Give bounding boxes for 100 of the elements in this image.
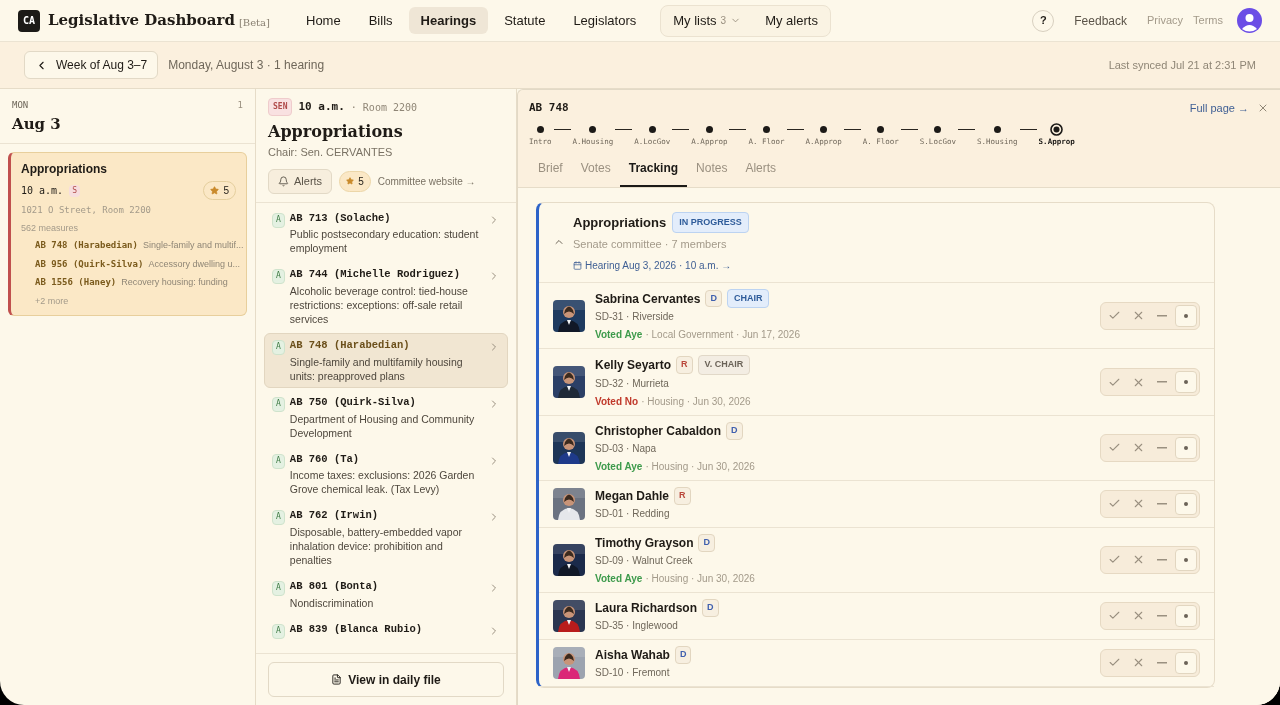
member-name[interactable]: Megan Dahle (595, 486, 669, 505)
bill-id[interactable]: AB 1556 (Haney) (35, 276, 117, 290)
check-icon (1107, 309, 1121, 322)
member-district: SD-03 · Napa (595, 441, 658, 456)
star-icon (346, 177, 355, 185)
vote-detail: · Local Government · Jun 17, 2026 (645, 328, 800, 343)
dot-icon (1184, 445, 1188, 450)
app-title: Legislative Dashboard (48, 10, 235, 32)
vote-option[interactable] (1175, 371, 1197, 393)
vote-option[interactable] (1175, 436, 1197, 459)
bill-row[interactable]: A AB 762 (Irwin) Disposable, battery-embedded vapor inhalation device: prohibition and penalties (264, 503, 508, 572)
vote-option[interactable] (1175, 492, 1197, 515)
member-district: SD-10 · Fremont (595, 665, 671, 680)
party-badge: R (676, 356, 693, 374)
nav-item[interactable]: Home (294, 7, 353, 34)
bill-row[interactable]: A AB 760 (Ta) Income taxes: exclusions: 2026 Garden Grove chemical leak. (Tax Levy) (264, 446, 508, 502)
chamber-badge: A (272, 453, 285, 469)
vote-option[interactable] (1175, 604, 1197, 627)
daily-file-button[interactable]: View in daily file (268, 662, 504, 697)
calendar-icon (573, 260, 582, 270)
nav-item[interactable]: Hearings (408, 7, 489, 34)
vote-result: Voted Aye (595, 459, 643, 474)
hearing-title: Appropriations (268, 121, 404, 143)
avatar-icon[interactable] (1237, 8, 1262, 33)
nav-item[interactable]: Bills (356, 7, 405, 34)
member-name[interactable]: Kelly Seyarto (595, 356, 672, 374)
star-icon (210, 186, 220, 195)
hearing-card[interactable] (8, 152, 247, 316)
bill-row[interactable]: A AB 801 (Bonta) Nondiscrimination (264, 574, 508, 615)
party-badge: D (674, 646, 692, 664)
member-name[interactable]: Aisha Wahab (595, 645, 670, 664)
logo[interactable]: CA (18, 9, 40, 32)
hearing-link[interactable]: Hearing Aug 3, 2026 · 10 a.m. → (585, 257, 732, 273)
vote-result: Voted No (595, 394, 639, 409)
hearing-time: 10 a.m. (21, 184, 64, 198)
hearing-chair: Chair: Sen. CERVANTES (268, 145, 394, 160)
hearing-time: 10 a.m. (298, 98, 345, 115)
vote-option[interactable] (1175, 651, 1197, 674)
member-name[interactable]: Laura Richardson (595, 598, 698, 617)
party-badge: D (702, 599, 719, 617)
bill-id: AB 801 (Bonta) (289, 579, 380, 594)
chamber-badge: S (69, 184, 80, 197)
my-alerts-link[interactable]: My alerts (757, 10, 826, 31)
bill-description: Single-family and multifamily housing units: preapproved plans (289, 354, 464, 383)
week-button[interactable]: Week of Aug 3–7 (24, 51, 159, 79)
dash-icon (1157, 314, 1167, 317)
dash-icon (1157, 558, 1167, 561)
chamber-badge: A (272, 396, 285, 412)
member-district: SD-31 · Riverside (595, 310, 675, 325)
full-page-link[interactable]: Full page → (1189, 100, 1249, 117)
vote-option[interactable] (1175, 304, 1197, 327)
sync-status: Last synced Jul 21 at 2:31 PM (1108, 57, 1256, 73)
day-date: Aug 3 (12, 113, 62, 135)
tab[interactable]: Tracking (619, 154, 688, 187)
member-district: SD-35 · Inglewood (595, 618, 679, 633)
dot-icon (1184, 557, 1188, 562)
bill-id: AB 744 (Michelle Rodriguez) (289, 267, 461, 283)
dot-icon (1184, 501, 1188, 506)
member-name[interactable]: Timothy Grayson (595, 533, 694, 552)
bill-id[interactable]: AB 956 (Quirk-Silva) (35, 257, 144, 271)
party-badge: R (674, 487, 691, 505)
committee-subtitle: Senate committee · 7 members (573, 237, 728, 253)
beta-tag: [Beta] (238, 15, 270, 30)
bill-row[interactable]: A AB 750 (Quirk-Silva) Department of Housing and Community Development (264, 389, 508, 445)
bill-description: Disposable, battery-embedded vapor inhalation device: prohibition and penalties (289, 525, 463, 567)
member-name[interactable]: Christopher Cabaldon (595, 421, 721, 440)
alerts-button[interactable]: Alerts (268, 168, 333, 194)
chamber-badge: A (272, 269, 285, 285)
member-district: SD-32 · Murrieta (595, 376, 670, 391)
bill-number: AB 748 (529, 100, 569, 116)
member-district: SD-01 · Redding (595, 506, 671, 521)
bill-description: Income taxes: exclusions: 2026 Garden Grove chemical leak. (Tax Levy) (289, 468, 476, 497)
chamber-badge: A (272, 581, 285, 596)
member-name[interactable]: Sabrina Cervantes (595, 289, 701, 308)
party-badge: D (705, 289, 722, 308)
dot-icon (1184, 613, 1188, 618)
hearing-room: · Room 2200 (350, 100, 418, 115)
my-lists-menu[interactable]: My lists 3 (665, 10, 750, 31)
committee-website-link[interactable]: Committee website → (377, 173, 476, 189)
vote-result: Voted Aye (595, 571, 643, 586)
vote-detail: · Housing · Jun 30, 2026 (641, 394, 751, 409)
nav-item[interactable]: Legislators (561, 7, 649, 34)
bill-summary: Single-family and multif... (142, 239, 244, 252)
member-district: SD-09 · Walnut Creek (595, 553, 694, 568)
vote-result: Voted Aye (595, 328, 643, 343)
bill-row[interactable]: A AB 713 (Solache) Public postsecondary education: student employment (264, 205, 508, 261)
vote-option[interactable] (1175, 548, 1197, 571)
hearing-count: 1 (237, 99, 243, 112)
nav-item[interactable]: Statute (492, 7, 558, 34)
hearing-title: Appropriations (21, 161, 108, 178)
bill-row[interactable]: A AB 748 (Harabedian) Single-family and multifamily housing units: preapproved plans (264, 333, 508, 388)
chamber-badge: A (272, 340, 285, 355)
bill-row[interactable]: A AB 839 (Blanca Rubio) (264, 616, 508, 644)
bill-row[interactable]: A AB 744 (Michelle Rodriguez) Alcoholic beverage control: tied-house restrictions: exceptions: off-sale retail services (264, 262, 508, 331)
measure-count: 562 measures (21, 221, 80, 235)
feedback-link[interactable]: Feedback (1074, 11, 1127, 30)
bill-id[interactable]: AB 748 (Harabedian) (35, 239, 138, 253)
dash-icon (1157, 381, 1167, 383)
dash-icon (1157, 502, 1167, 505)
bell-icon (278, 175, 289, 187)
